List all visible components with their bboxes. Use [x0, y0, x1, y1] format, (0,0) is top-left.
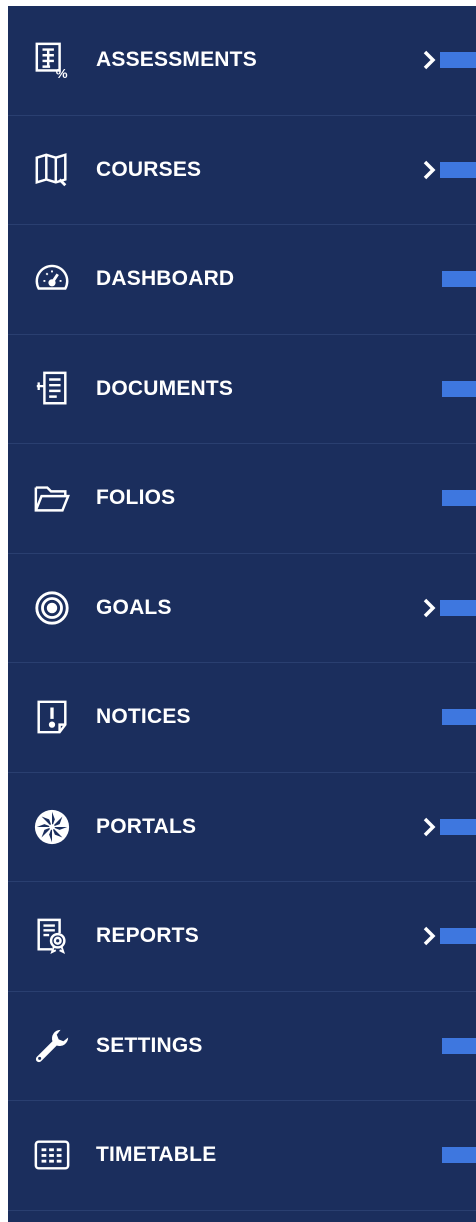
wrench-icon [31, 1025, 73, 1067]
speedometer-icon [31, 258, 73, 300]
chevron-right-icon [420, 924, 438, 948]
active-indicator [440, 161, 476, 178]
active-indicator [442, 271, 476, 288]
chevron-right-icon [420, 158, 438, 182]
menu-item-label: ASSESSMENTS [96, 48, 257, 72]
active-indicator [442, 490, 476, 507]
chevron-right-icon [420, 815, 438, 839]
menu-item-label: NOTICES [96, 705, 191, 729]
active-indicator [442, 380, 476, 397]
menu-item-timetable[interactable]: TIMETABLE [8, 1101, 476, 1211]
menu-item-notices[interactable]: NOTICES [8, 663, 476, 773]
active-indicator [440, 818, 476, 835]
chevron-right-icon [420, 48, 438, 72]
menu-item-label: GOALS [96, 595, 172, 619]
active-indicator [442, 1147, 476, 1164]
menu-item-label: SETTINGS [96, 1033, 203, 1057]
menu-item-label: DOCUMENTS [96, 376, 234, 400]
menu-item-assessments[interactable]: % ASSESSMENTS [8, 6, 476, 116]
target-icon [31, 587, 73, 629]
menu-item-goals[interactable]: GOALS [8, 554, 476, 663]
active-indicator [440, 599, 476, 616]
menu-item-label: PORTALS [96, 814, 197, 838]
portal-icon [31, 806, 73, 848]
menu-item-settings[interactable]: SETTINGS [8, 992, 476, 1101]
sidebar-nav: % ASSESSMENTS COURSES DASHBOARD DOCUMENT… [8, 6, 476, 1222]
chevron-right-icon [420, 596, 438, 620]
menu-item-label: COURSES [96, 157, 202, 181]
svg-text:%: % [56, 66, 68, 79]
document-icon [31, 368, 73, 410]
active-indicator [440, 52, 476, 69]
menu-item-portals[interactable]: PORTALS [8, 773, 476, 882]
menu-item-folios[interactable]: FOLIOS [8, 444, 476, 554]
assessment-grid-icon: % [31, 39, 73, 81]
timetable-icon [31, 1134, 73, 1176]
menu-item-reports[interactable]: REPORTS [8, 882, 476, 992]
active-indicator [440, 928, 476, 945]
menu-item-label: TIMETABLE [96, 1143, 217, 1167]
notice-icon [31, 696, 73, 738]
menu-item-label: FOLIOS [96, 486, 176, 510]
report-icon [31, 915, 73, 957]
book-icon [31, 149, 73, 191]
menu-item-label: DASHBOARD [96, 267, 235, 291]
menu-item-courses[interactable]: COURSES [8, 116, 476, 225]
menu-item-documents[interactable]: DOCUMENTS [8, 335, 476, 444]
menu-item-label: REPORTS [96, 924, 199, 948]
active-indicator [442, 709, 476, 726]
active-indicator [442, 1037, 476, 1054]
folder-icon [31, 477, 73, 519]
menu-item-dashboard[interactable]: DASHBOARD [8, 225, 476, 335]
